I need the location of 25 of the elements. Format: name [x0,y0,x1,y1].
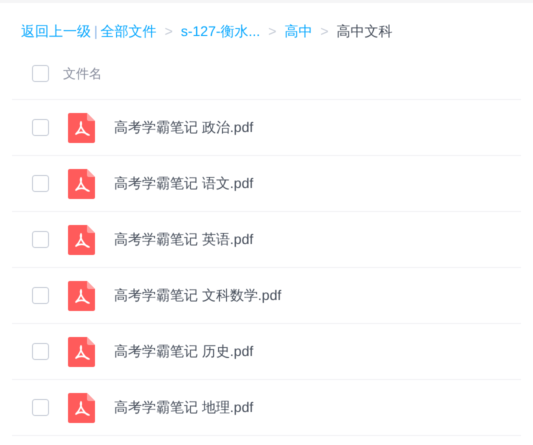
file-name[interactable]: 高考学霸笔记 语文.pdf [114,173,254,194]
checkbox[interactable] [32,119,49,136]
pdf-file-icon [68,336,95,366]
file-name[interactable]: 高考学霸笔记 地理.pdf [114,397,254,418]
pdf-file-icon [68,168,95,198]
separator-text: > [320,22,329,40]
pdf-file-icon [68,392,95,422]
pdf-file-icon [68,112,95,142]
checkbox[interactable] [32,343,49,360]
file-name[interactable]: 高考学霸笔记 政治.pdf [114,117,254,138]
pdf-file-icon [68,280,95,310]
file-name[interactable]: 高考学霸笔记 文科数学.pdf [114,285,282,306]
breadcrumb-item: 高中文科 [336,22,393,40]
file-name[interactable]: 高考学霸笔记 英语.pdf [114,229,254,250]
pdf-file-icon [68,224,95,254]
separator-text: > [268,22,276,40]
file-name[interactable]: 高考学霸笔记 历史.pdf [114,341,254,362]
checkbox[interactable] [32,231,49,248]
checkbox[interactable] [32,65,49,82]
column-header: 文件名 [63,64,102,83]
checkbox[interactable] [32,287,49,304]
checkbox[interactable] [32,175,49,192]
divider-text: | [94,22,98,41]
separator-text: > [164,22,173,40]
checkbox[interactable] [32,399,49,416]
